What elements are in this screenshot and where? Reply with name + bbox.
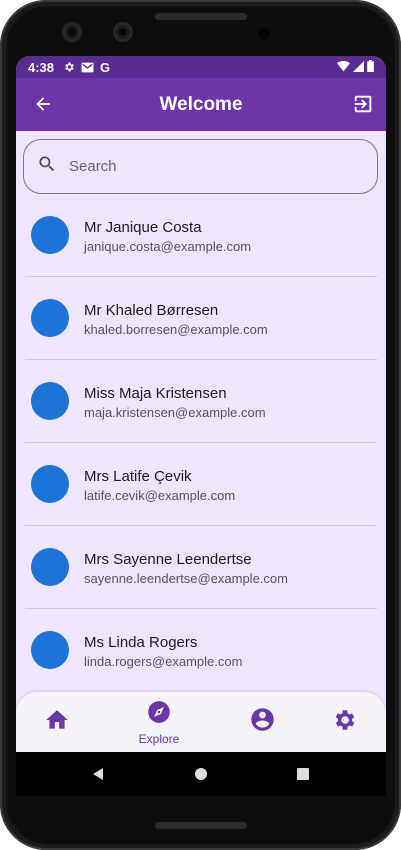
user-name: Mrs Latife Çevik <box>84 468 192 485</box>
home-circle-icon[interactable] <box>193 766 209 782</box>
gear-icon <box>63 61 75 73</box>
app-screen: 4:38 G Welcome Search Mr Janique Costa j… <box>16 56 386 796</box>
list-item[interactable]: Mr Khaled Børresen khaled.borresen@examp… <box>16 277 386 360</box>
phone-frame: 4:38 G Welcome Search Mr Janique Costa j… <box>0 0 401 850</box>
bottom-speaker <box>155 822 247 829</box>
wifi-icon <box>337 60 350 75</box>
user-email: latife.cevik@example.com <box>84 488 236 503</box>
settings-icon <box>331 707 357 738</box>
list-item[interactable]: Mrs Latife Çevik latife.cevik@example.co… <box>16 443 386 526</box>
user-name: Mrs Sayenne Leendertse <box>84 551 252 568</box>
list-item[interactable]: Ms Linda Rogers linda.rogers@example.com <box>16 609 386 692</box>
search-input[interactable]: Search <box>23 139 378 194</box>
nav-explore[interactable]: Explore <box>129 692 189 752</box>
account-circle-icon <box>249 706 276 738</box>
battery-icon <box>367 59 374 75</box>
list-item[interactable]: Miss Maja Kristensen maja.kristensen@exa… <box>16 360 386 443</box>
user-name: Mr Khaled Børresen <box>84 302 219 319</box>
home-icon <box>44 707 70 738</box>
search-placeholder: Search <box>69 158 117 175</box>
list-item[interactable]: Mrs Sayenne Leendertse sayenne.leenderts… <box>16 526 386 609</box>
proximity-sensor <box>258 27 270 39</box>
avatar <box>31 299 69 337</box>
nav-settings[interactable] <box>314 692 374 752</box>
user-email: maja.kristensen@example.com <box>84 405 266 420</box>
back-triangle-icon[interactable] <box>90 766 106 782</box>
user-name: Ms Linda Rogers <box>84 634 198 651</box>
avatar <box>31 631 69 669</box>
nav-explore-label: Explore <box>138 731 180 746</box>
avatar <box>31 382 69 420</box>
front-camera-right <box>113 22 133 42</box>
page-title: Welcome <box>159 93 243 115</box>
list-item[interactable]: Mr Janique Costa janique.costa@example.c… <box>16 194 386 277</box>
user-email: sayenne.leendertse@example.com <box>84 571 288 586</box>
status-time: 4:38 <box>28 59 55 75</box>
avatar <box>31 548 69 586</box>
user-email: khaled.borresen@example.com <box>84 322 268 337</box>
bottom-nav: Explore <box>16 692 386 752</box>
user-name: Miss Maja Kristensen <box>84 385 227 402</box>
status-bar: 4:38 G <box>16 56 386 78</box>
nav-profile[interactable] <box>232 692 292 752</box>
avatar <box>31 216 69 254</box>
search-icon <box>37 154 57 179</box>
status-right-icons <box>337 59 374 75</box>
system-nav-bar <box>16 752 386 796</box>
front-camera-left <box>62 22 82 42</box>
logout-icon[interactable] <box>350 91 376 117</box>
app-bar: Welcome <box>16 78 386 131</box>
user-email: linda.rogers@example.com <box>84 654 243 669</box>
avatar <box>31 465 69 503</box>
top-speaker <box>155 13 247 20</box>
signal-icon <box>353 60 364 75</box>
user-name: Mr Janique Costa <box>84 219 202 236</box>
mail-icon <box>81 62 94 73</box>
google-icon: G <box>100 59 111 75</box>
user-list: Mr Janique Costa janique.costa@example.c… <box>16 194 386 692</box>
recents-square-icon[interactable] <box>295 766 311 782</box>
compass-icon <box>146 699 172 730</box>
nav-home[interactable] <box>27 692 87 752</box>
user-email: janique.costa@example.com <box>84 239 252 254</box>
arrow-back-icon[interactable] <box>30 91 56 117</box>
